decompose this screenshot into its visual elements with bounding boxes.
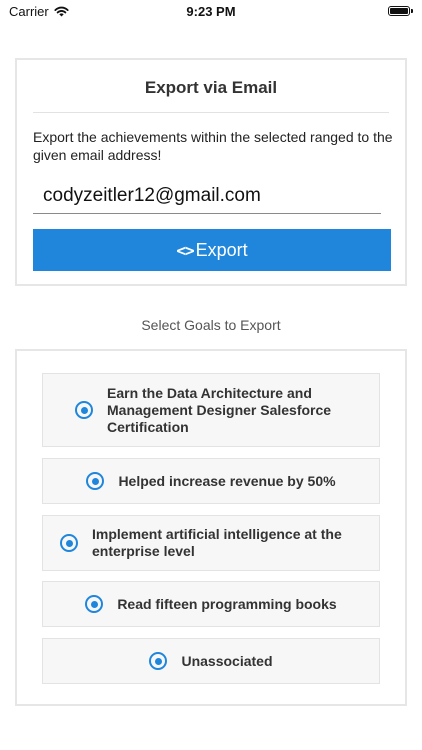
goal-item[interactable]: Implement artificial intelligence at the…: [42, 515, 380, 571]
radio-selected-icon[interactable]: [60, 534, 78, 552]
export-card: Export via Email Export the achievements…: [15, 58, 407, 286]
goal-item[interactable]: Helped increase revenue by 50%: [42, 458, 380, 504]
status-time: 9:23 PM: [186, 4, 236, 19]
export-button[interactable]: <> Export: [33, 229, 391, 271]
goal-label: Read fifteen programming books: [117, 595, 337, 612]
goal-label: Earn the Data Architecture and Managemen…: [107, 384, 332, 435]
goal-item[interactable]: Unassociated: [42, 638, 380, 684]
radio-selected-icon[interactable]: [75, 401, 93, 419]
export-description: Export the achievements within the selec…: [33, 129, 393, 163]
goals-card: Earn the Data Architecture and Managemen…: [15, 349, 407, 706]
goal-label: Helped increase revenue by 50%: [118, 472, 336, 489]
battery-icon: [388, 6, 413, 16]
status-bar: Carrier 9:23 PM: [0, 0, 422, 26]
goals-heading: Select Goals to Export: [141, 317, 281, 333]
code-icon: <>: [176, 240, 194, 260]
divider: [33, 112, 389, 113]
goal-item[interactable]: Earn the Data Architecture and Managemen…: [42, 373, 380, 447]
radio-selected-icon[interactable]: [86, 472, 105, 490]
radio-selected-icon[interactable]: [85, 595, 104, 613]
export-button-label: Export: [195, 239, 248, 260]
radio-selected-icon[interactable]: [149, 652, 168, 670]
export-title: Export via Email: [144, 78, 278, 97]
goal-label: Unassociated: [181, 652, 273, 669]
email-field[interactable]: [33, 178, 381, 214]
goal-label: Implement artificial intelligence at the…: [92, 526, 342, 559]
goal-item[interactable]: Read fifteen programming books: [42, 581, 380, 627]
